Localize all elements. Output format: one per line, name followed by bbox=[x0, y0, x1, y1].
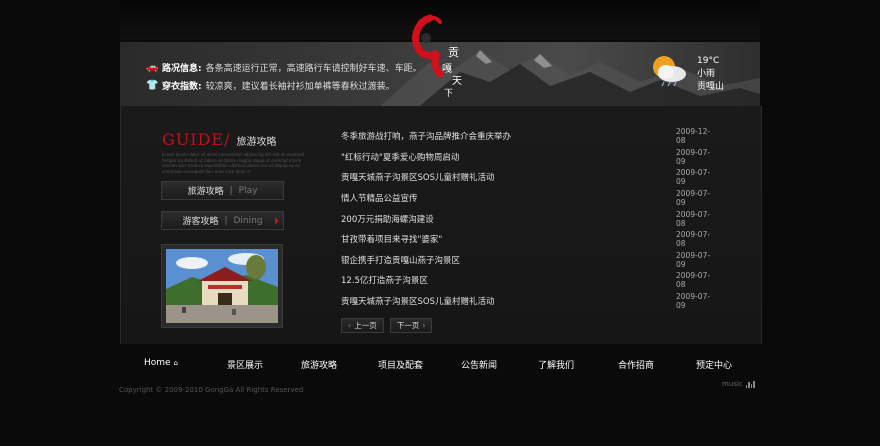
home-icon: ⌂ bbox=[173, 359, 178, 367]
rain-cloud-sun-icon bbox=[653, 56, 686, 87]
news-date: 2009-12-08 bbox=[676, 127, 711, 146]
dress-info: 👕 穿衣指数: 较凉爽，建议着长袖衬衫加单裤等春秋过渡装。 bbox=[146, 79, 395, 92]
separator: | bbox=[224, 215, 228, 226]
chevron-left-icon: ‹ bbox=[348, 321, 352, 330]
news-title[interactable]: 200万元捐助海螺沟建设 bbox=[341, 213, 434, 225]
svg-text:贡: 贡 bbox=[448, 46, 459, 59]
equalizer-icon bbox=[745, 380, 755, 388]
site-logo[interactable]: 贡 嘎 天 下 bbox=[410, 12, 470, 102]
road-label: 路况信息: bbox=[162, 64, 202, 74]
news-item[interactable]: 银企携手打造贡嘎山燕子沟景区 2009-07-09 bbox=[341, 250, 713, 271]
arrow-right-icon bbox=[275, 217, 279, 225]
chevron-right-icon: › bbox=[422, 321, 426, 330]
news-title[interactable]: "红标行动"夏季爱心购物周启动 bbox=[341, 151, 459, 163]
news-title[interactable]: 12.5亿打造燕子沟景区 bbox=[341, 274, 428, 286]
pager: ‹ 上一页 下一页 › bbox=[341, 318, 433, 333]
news-title[interactable]: 贡嘎天城燕子沟景区SOS儿童村赠礼活动 bbox=[341, 171, 494, 183]
svg-text:天: 天 bbox=[452, 76, 462, 87]
nav-home[interactable]: Home ⌂ bbox=[144, 358, 178, 368]
dining-guide-en: Dining bbox=[233, 215, 263, 226]
weather-info: 19°C 小雨 贡嘎山 bbox=[697, 55, 724, 94]
nav-travel-guide[interactable]: 旅游攻略 bbox=[301, 358, 337, 371]
shirt-icon: 👕 bbox=[146, 80, 159, 91]
section-description: Lorem ipsum dolor sit amet consectetur a… bbox=[162, 152, 305, 174]
nav-projects[interactable]: 项目及配套 bbox=[378, 358, 423, 371]
news-item[interactable]: 冬季旅游战打响，燕子沟品牌推介会重庆举办 2009-12-08 bbox=[341, 126, 713, 147]
news-date: 2009-07-08 bbox=[676, 230, 711, 249]
svg-text:下: 下 bbox=[444, 89, 453, 99]
nav-news[interactable]: 公告新闻 bbox=[461, 358, 497, 371]
play-guide-label: 旅游攻略 bbox=[187, 187, 224, 197]
news-date: 2009-07-09 bbox=[676, 292, 711, 311]
news-date: 2009-07-09 bbox=[676, 147, 711, 166]
news-title[interactable]: 甘孜带着项目来寻找"婆家" bbox=[341, 233, 442, 245]
play-guide-en: Play bbox=[238, 185, 258, 196]
dining-guide-button[interactable]: 游客攻略 | Dining bbox=[161, 211, 284, 230]
news-title[interactable]: 贡嘎天城燕子沟景区SOS儿童村赠礼活动 bbox=[341, 295, 494, 307]
weather-condition: 小雨 bbox=[697, 69, 716, 79]
car-icon: 🚗 bbox=[146, 62, 159, 73]
news-item[interactable]: 情人节精品公益宣传 2009-07-09 bbox=[341, 188, 713, 209]
next-page-button[interactable]: 下一页 › bbox=[389, 318, 433, 333]
section-title-en: GUIDE/ bbox=[162, 130, 231, 149]
prev-page-label: 上一页 bbox=[354, 321, 377, 330]
dining-guide-label: 游客攻略 bbox=[182, 217, 219, 227]
road-info: 🚗 路况信息: 各条高速运行正常，高速路行车请控制好车速、车距。 bbox=[146, 61, 422, 74]
news-item[interactable]: 200万元捐助海螺沟建设 2009-07-08 bbox=[341, 208, 713, 229]
news-item[interactable]: 贡嘎天城燕子沟景区SOS儿童村赠礼活动 2009-07-09 bbox=[341, 291, 713, 312]
svg-text:嘎: 嘎 bbox=[442, 63, 452, 75]
dress-label: 穿衣指数: bbox=[162, 82, 202, 92]
news-title[interactable]: 情人节精品公益宣传 bbox=[341, 192, 418, 204]
news-date: 2009-07-08 bbox=[676, 271, 711, 290]
next-page-label: 下一页 bbox=[396, 321, 420, 330]
news-item[interactable]: 甘孜带着项目来寻找"婆家" 2009-07-08 bbox=[341, 229, 713, 250]
separator: | bbox=[229, 185, 233, 196]
news-title[interactable]: 银企携手打造贡嘎山燕子沟景区 bbox=[341, 254, 460, 266]
music-label: music bbox=[722, 380, 743, 388]
dress-text: 较凉爽，建议着长袖衬衫加单裤等春秋过渡装。 bbox=[205, 82, 395, 92]
footer-nav: Home ⌂ 景区展示 旅游攻略 项目及配套 公告新闻 了解我们 合作招商 预定… bbox=[120, 358, 760, 382]
scenic-photo[interactable] bbox=[161, 244, 283, 328]
weather-temp: 19°C bbox=[697, 56, 720, 66]
nav-booking[interactable]: 预定中心 bbox=[696, 358, 732, 371]
news-date: 2009-07-09 bbox=[676, 189, 711, 208]
news-title[interactable]: 冬季旅游战打响，燕子沟品牌推介会重庆举办 bbox=[341, 130, 511, 142]
section-title-cn: 旅游攻略 bbox=[236, 137, 277, 148]
nav-investment[interactable]: 合作招商 bbox=[618, 358, 654, 371]
news-date: 2009-07-08 bbox=[676, 209, 711, 228]
road-text: 各条高速运行正常，高速路行车请控制好车速、车距。 bbox=[205, 64, 422, 74]
section-title: GUIDE/ 旅游攻略 bbox=[162, 130, 276, 149]
nav-about[interactable]: 了解我们 bbox=[538, 358, 574, 371]
news-item[interactable]: "红标行动"夏季爱心购物周启动 2009-07-09 bbox=[341, 147, 713, 168]
prev-page-button[interactable]: ‹ 上一页 bbox=[341, 318, 384, 333]
news-item[interactable]: 贡嘎天城燕子沟景区SOS儿童村赠礼活动 2009-07-09 bbox=[341, 167, 713, 188]
news-list: 冬季旅游战打响，燕子沟品牌推介会重庆举办 2009-12-08 "红标行动"夏季爱心… bbox=[341, 126, 713, 311]
copyright: Copyright © 2009-2010 GongGa All Rights … bbox=[119, 386, 304, 394]
main-panel: GUIDE/ 旅游攻略 Lorem ipsum dolor sit amet c… bbox=[120, 106, 762, 344]
play-guide-button[interactable]: 旅游攻略 | Play bbox=[161, 181, 284, 200]
weather-place: 贡嘎山 bbox=[697, 82, 725, 92]
news-date: 2009-07-09 bbox=[676, 168, 711, 187]
music-toggle[interactable]: music bbox=[722, 380, 755, 388]
nav-scenery[interactable]: 景区展示 bbox=[227, 358, 263, 371]
news-date: 2009-07-09 bbox=[676, 250, 711, 269]
news-item[interactable]: 12.5亿打造燕子沟景区 2009-07-08 bbox=[341, 270, 713, 291]
